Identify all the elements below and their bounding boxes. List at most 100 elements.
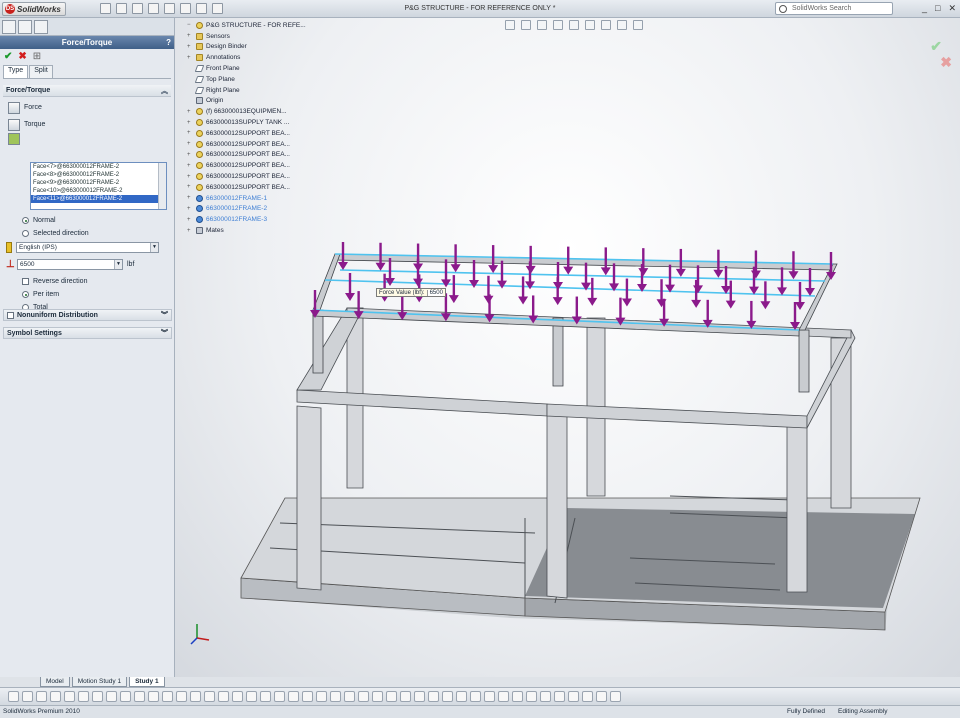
- tree-item[interactable]: + Mates: [187, 225, 306, 236]
- simulation-tool-icon[interactable]: [526, 691, 537, 702]
- tab-type[interactable]: Type: [3, 65, 29, 78]
- nonuniform-checkbox[interactable]: [7, 311, 14, 319]
- confirm-cancel-icon[interactable]: ✖: [940, 54, 952, 71]
- view-orientation-icon[interactable]: [569, 20, 579, 30]
- tree-item[interactable]: + Design Binder: [187, 42, 306, 53]
- expand-icon[interactable]: +: [187, 130, 193, 136]
- simulation-tool-icon[interactable]: [246, 691, 257, 702]
- simulation-tool-icon[interactable]: [274, 691, 285, 702]
- group-symbol-settings[interactable]: Symbol Settings ︾: [3, 327, 172, 339]
- help-icon[interactable]: ?: [166, 36, 171, 49]
- minimize-button[interactable]: _: [922, 3, 927, 14]
- per-item-radio[interactable]: [22, 291, 29, 298]
- tree-item[interactable]: Front Plane: [187, 63, 306, 74]
- tab-study-1[interactable]: Study 1: [129, 677, 165, 687]
- simulation-tool-icon[interactable]: [64, 691, 75, 702]
- tree-item[interactable]: +663000012SUPPORT BEA...: [187, 139, 306, 150]
- appearance-icon[interactable]: [617, 20, 627, 30]
- property-tab-icon[interactable]: [18, 20, 32, 34]
- simulation-tool-icon[interactable]: [400, 691, 411, 702]
- simulation-tool-icon[interactable]: [470, 691, 481, 702]
- group-force-torque[interactable]: Force/Torque ︽: [3, 85, 171, 97]
- simulation-tool-icon[interactable]: [50, 691, 61, 702]
- config-tab-icon[interactable]: [34, 20, 48, 34]
- tree-item[interactable]: +663000012SUPPORT BEA...: [187, 150, 306, 161]
- expand-icon[interactable]: +: [187, 228, 193, 234]
- simulation-tool-icon[interactable]: [414, 691, 425, 702]
- simulation-tool-icon[interactable]: [204, 691, 215, 702]
- simulation-tool-icon[interactable]: [78, 691, 89, 702]
- face-item-selected[interactable]: Face<11>@663000012FRAME-2: [31, 195, 166, 203]
- normal-option[interactable]: Normal: [22, 214, 89, 227]
- simulation-tool-icon[interactable]: [190, 691, 201, 702]
- simulation-tool-icon[interactable]: [260, 691, 271, 702]
- simulation-tool-icon[interactable]: [484, 691, 495, 702]
- simulation-tool-icon[interactable]: [582, 691, 593, 702]
- simulation-tool-icon[interactable]: [8, 691, 19, 702]
- display-style-icon[interactable]: [585, 20, 595, 30]
- simulation-tool-icon[interactable]: [512, 691, 523, 702]
- section-view-icon[interactable]: [553, 20, 563, 30]
- simulation-tool-icon[interactable]: [148, 691, 159, 702]
- tree-item[interactable]: +663000012FRAME-1: [187, 193, 306, 204]
- expand-icon[interactable]: +: [187, 33, 193, 39]
- expand-icon[interactable]: +: [187, 195, 193, 201]
- pin-button[interactable]: ⊞: [33, 51, 41, 63]
- simulation-tool-icon[interactable]: [498, 691, 509, 702]
- expand-icon[interactable]: +: [187, 44, 193, 50]
- tree-item[interactable]: +663000012FRAME-2: [187, 204, 306, 215]
- selected-direction-option[interactable]: Selected direction: [22, 227, 89, 240]
- scene-icon[interactable]: [633, 20, 643, 30]
- simulation-tool-icon[interactable]: [218, 691, 229, 702]
- simulation-tool-icon[interactable]: [386, 691, 397, 702]
- close-button[interactable]: ✕: [948, 3, 956, 14]
- simulation-tool-icon[interactable]: [568, 691, 579, 702]
- simulation-tool-icon[interactable]: [358, 691, 369, 702]
- torque-option[interactable]: Torque: [3, 116, 171, 133]
- maximize-button[interactable]: □: [935, 3, 940, 14]
- simulation-tool-icon[interactable]: [316, 691, 327, 702]
- face-item[interactable]: Face<8>@663000012FRAME-2: [31, 171, 166, 179]
- normal-radio[interactable]: [22, 217, 29, 224]
- expand-icon[interactable]: +: [187, 120, 193, 126]
- simulation-tool-icon[interactable]: [134, 691, 145, 702]
- group-nonuniform[interactable]: Nonuniform Distribution ︾: [3, 309, 172, 321]
- selected-direction-radio[interactable]: [22, 230, 29, 237]
- simulation-tool-icon[interactable]: [540, 691, 551, 702]
- tree-root[interactable]: − P&G STRUCTURE - FOR REFE...: [187, 20, 306, 31]
- expand-icon[interactable]: ︾: [161, 310, 168, 320]
- simulation-tool-icon[interactable]: [344, 691, 355, 702]
- hide-show-icon[interactable]: [601, 20, 611, 30]
- search-input[interactable]: SolidWorks Search: [775, 2, 893, 15]
- simulation-tool-icon[interactable]: [428, 691, 439, 702]
- cancel-button[interactable]: ✖: [18, 51, 26, 63]
- simulation-tool-icon[interactable]: [330, 691, 341, 702]
- face-item[interactable]: Face<7>@663000012FRAME-2: [31, 163, 166, 171]
- graphics-area[interactable]: − P&G STRUCTURE - FOR REFE... + Sensors + D…: [175, 18, 960, 677]
- simulation-tool-icon[interactable]: [442, 691, 453, 702]
- face-item[interactable]: Face<9>@663000012FRAME-2: [31, 179, 166, 187]
- zoom-area-icon[interactable]: [521, 20, 531, 30]
- simulation-tool-icon[interactable]: [106, 691, 117, 702]
- tree-item[interactable]: Right Plane: [187, 85, 306, 96]
- expand-icon[interactable]: +: [187, 109, 193, 115]
- chevron-down-icon[interactable]: ▼: [150, 243, 158, 252]
- tab-split[interactable]: Split: [29, 65, 53, 78]
- face-item[interactable]: Face<10>@663000012FRAME-2: [31, 187, 166, 195]
- simulation-tool-icon[interactable]: [36, 691, 47, 702]
- tree-item[interactable]: + (f) 663000013EQUIPMEN...: [187, 106, 306, 117]
- simulation-tool-icon[interactable]: [120, 691, 131, 702]
- listbox-scrollbar[interactable]: [158, 163, 166, 209]
- expand-icon[interactable]: +: [187, 152, 193, 158]
- expand-icon[interactable]: +: [187, 184, 193, 190]
- units-select[interactable]: English (IPS) ▼: [16, 242, 159, 253]
- tree-item[interactable]: +663000012SUPPORT BEA...: [187, 171, 306, 182]
- expand-icon[interactable]: +: [187, 141, 193, 147]
- confirm-ok-icon[interactable]: ✔: [930, 38, 942, 55]
- chevron-down-icon[interactable]: ▼: [114, 260, 122, 269]
- tree-item[interactable]: + Annotations: [187, 52, 306, 63]
- zoom-fit-icon[interactable]: [505, 20, 515, 30]
- force-value-callout[interactable]: Force Value (lbf): 6500: [376, 288, 446, 297]
- reverse-direction-checkbox[interactable]: [22, 278, 29, 285]
- simulation-tool-icon[interactable]: [162, 691, 173, 702]
